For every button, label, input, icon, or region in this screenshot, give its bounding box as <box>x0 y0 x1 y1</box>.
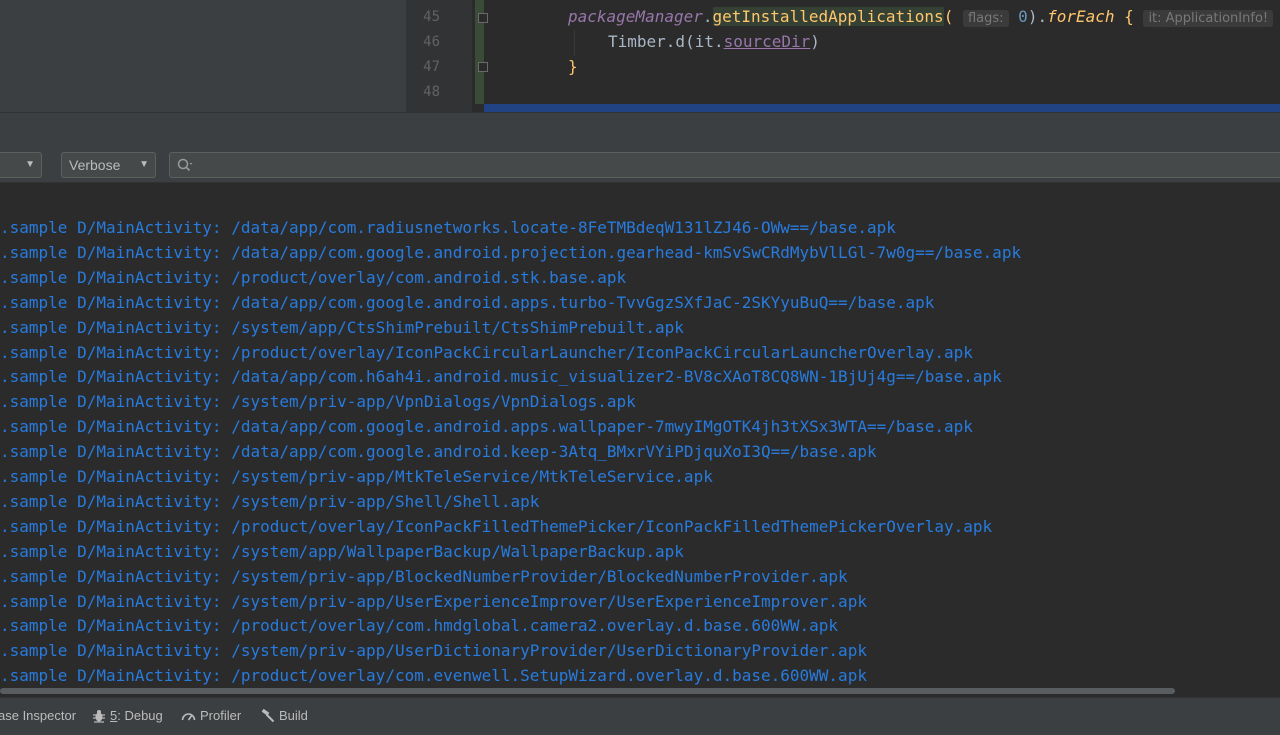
chevron-down-icon: ▼ <box>139 159 149 170</box>
log-line[interactable]: .sample D/MainActivity: /product/overlay… <box>0 266 626 290</box>
log-search-input[interactable] <box>169 152 1280 178</box>
code-token: { <box>1114 7 1134 26</box>
log-line[interactable]: .sample D/MainActivity: /system/app/CtsS… <box>0 316 684 340</box>
search-icon[interactable] <box>176 156 194 174</box>
database-inspector-tab[interactable]: ase Inspector <box>0 707 76 725</box>
log-level-label: Verbose <box>69 157 121 173</box>
log-line[interactable]: .sample D/MainActivity: /product/overlay… <box>0 515 992 539</box>
logcat-toolbar: ▼ Verbose ▼ <box>0 152 1280 183</box>
line-number: 47 <box>423 59 440 75</box>
log-line[interactable]: .sample D/MainActivity: /system/priv-app… <box>0 639 867 663</box>
code-token: 0 <box>1018 7 1028 26</box>
log-line[interactable]: .sample D/MainActivity: /data/app/com.go… <box>0 241 1021 265</box>
code-token: packageManager <box>568 7 703 26</box>
debug-label: : Debug <box>117 708 163 723</box>
tool-window-bar: ase Inspector 5: Debug Profiler Build <box>0 697 1280 735</box>
log-line[interactable]: .sample D/MainActivity: /data/app/com.h6… <box>0 365 1002 389</box>
log-line[interactable]: .sample D/MainActivity: /system/app/Wall… <box>0 540 684 564</box>
parameter-hint: flags: <box>962 10 1009 27</box>
process-dropdown[interactable]: ▼ <box>0 152 42 178</box>
log-line[interactable]: .sample D/MainActivity: /product/overlay… <box>0 614 838 638</box>
code-line-47[interactable]: } <box>568 55 578 79</box>
log-line[interactable]: .sample D/MainActivity: /system/priv-app… <box>0 465 713 489</box>
line-number: 48 <box>423 84 440 100</box>
log-line[interactable]: .sample D/MainActivity: /system/priv-app… <box>0 490 539 514</box>
fold-icon[interactable] <box>478 62 488 72</box>
code-line-45[interactable]: packageManager.getInstalledApplications(… <box>568 5 1274 31</box>
code-token: . <box>702 7 713 26</box>
profiler-label: Profiler <box>200 708 242 723</box>
logcat-output[interactable]: .sample D/MainActivity: /data/app/com.ra… <box>0 216 1280 688</box>
log-line[interactable]: .sample D/MainActivity: /product/overlay… <box>0 664 867 688</box>
gauge-icon <box>181 713 196 721</box>
code-editor[interactable]: 45 46 47 48 packageManager.getInstalledA… <box>0 0 1280 112</box>
bug-icon <box>93 710 105 723</box>
log-line[interactable]: .sample D/MainActivity: /system/priv-app… <box>0 590 867 614</box>
code-token: forEach <box>1047 7 1115 26</box>
current-line-highlight <box>484 104 1280 112</box>
code-token: . <box>1037 7 1048 26</box>
code-token: ( <box>943 7 954 26</box>
hammer-icon <box>261 708 275 723</box>
database-inspector-label: ase Inspector <box>0 708 77 723</box>
line-number: 45 <box>423 9 440 25</box>
code-token: ) <box>1027 7 1038 26</box>
log-level-dropdown[interactable]: Verbose ▼ <box>61 152 156 178</box>
log-line[interactable]: .sample D/MainActivity: /data/app/com.go… <box>0 291 934 315</box>
type-hint: it: ApplicationInfo! <box>1143 10 1274 27</box>
log-line[interactable]: .sample D/MainActivity: /product/overlay… <box>0 341 973 365</box>
build-tab[interactable]: Build <box>261 707 308 725</box>
debug-tab[interactable]: 5: Debug <box>92 707 163 725</box>
code-line-46[interactable]: Timber.d(it.sourceDir) <box>608 30 820 54</box>
code-token: sourceDir <box>723 32 811 51</box>
horizontal-scrollbar[interactable] <box>0 688 1175 694</box>
code-token: ) <box>810 32 820 51</box>
code-token: getInstalledApplications <box>712 7 944 26</box>
editor-side-panel <box>0 0 406 112</box>
chevron-down-icon: ▼ <box>25 159 35 170</box>
fold-icon[interactable] <box>478 13 488 23</box>
code-token: Timber.d(it. <box>608 32 724 51</box>
profiler-tab[interactable]: Profiler <box>181 707 241 725</box>
log-line[interactable]: .sample D/MainActivity: /system/priv-app… <box>0 390 636 414</box>
indent-guide <box>574 30 575 56</box>
log-line[interactable]: .sample D/MainActivity: /data/app/com.go… <box>0 415 973 439</box>
line-number: 46 <box>423 34 440 50</box>
log-line[interactable]: .sample D/MainActivity: /data/app/com.go… <box>0 440 877 464</box>
panel-header <box>0 112 1280 153</box>
build-label: Build <box>279 708 308 723</box>
log-line[interactable]: .sample D/MainActivity: /data/app/com.ra… <box>0 216 896 240</box>
log-line[interactable]: .sample D/MainActivity: /system/priv-app… <box>0 565 848 589</box>
